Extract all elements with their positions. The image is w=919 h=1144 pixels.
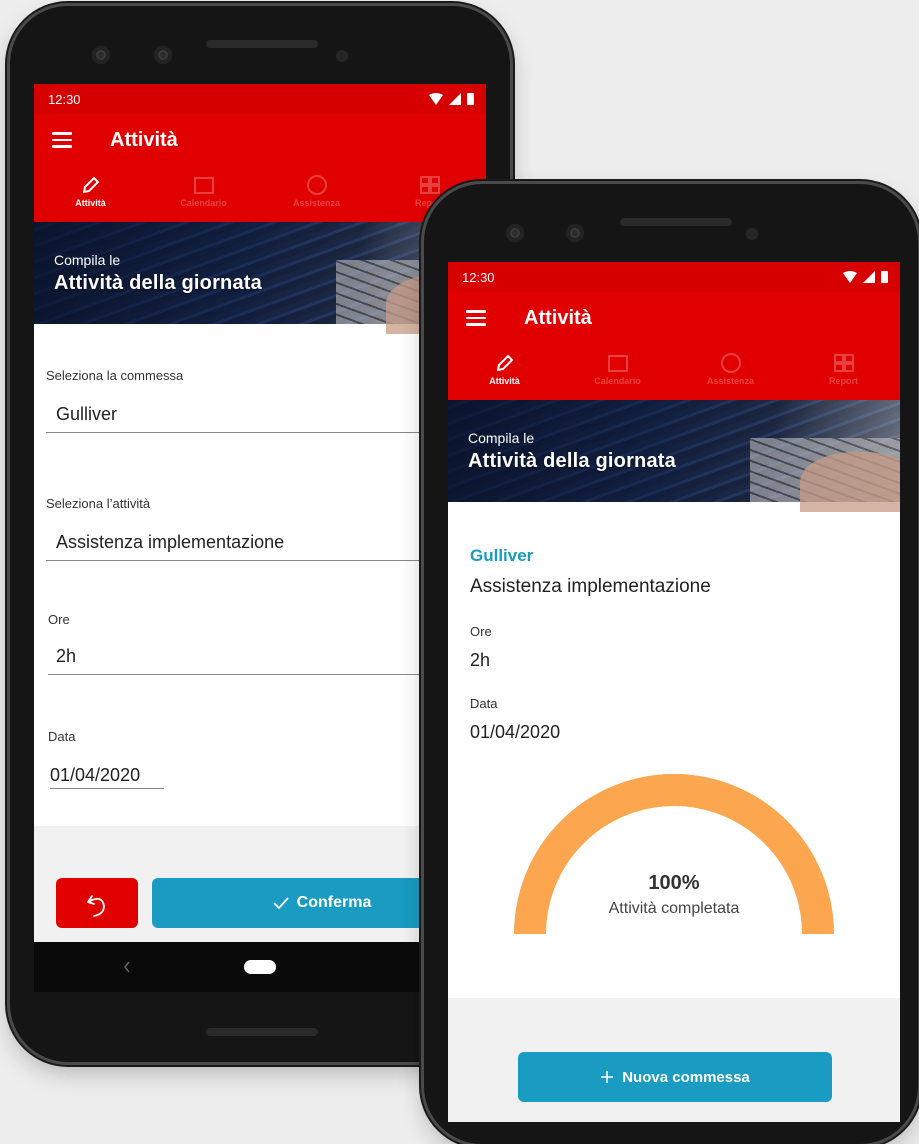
back-nav-icon[interactable] bbox=[122, 960, 132, 974]
summary-data-value: 01/04/2020 bbox=[470, 722, 561, 742]
earpiece-speaker bbox=[206, 40, 318, 48]
undo-button[interactable] bbox=[56, 878, 138, 928]
data-label: Data bbox=[48, 729, 76, 744]
tab-report[interactable]: Report bbox=[787, 346, 900, 400]
tab-label: Calendario bbox=[180, 198, 227, 208]
hero-title: Attività della giornata bbox=[468, 450, 676, 472]
signal-icon bbox=[449, 92, 461, 105]
hero-subtitle: Compila le bbox=[468, 430, 535, 446]
battery-icon bbox=[467, 93, 474, 105]
plus-icon bbox=[601, 1071, 614, 1083]
attivita-label: Seleziona l’attività bbox=[46, 496, 151, 511]
ore-underline bbox=[48, 674, 486, 675]
tab-calendario[interactable]: Calendario bbox=[561, 346, 674, 400]
summary-ore-label: Ore bbox=[470, 624, 492, 639]
front-camera bbox=[506, 224, 524, 242]
tab-bar: Attività Calendario Assistenza Report bbox=[34, 168, 486, 222]
system-nav-bar bbox=[34, 942, 486, 992]
hamburger-menu-icon[interactable] bbox=[466, 310, 486, 326]
tab-assistenza[interactable]: Assistenza bbox=[260, 168, 373, 222]
tab-label: Assistenza bbox=[706, 376, 755, 386]
status-icons bbox=[843, 270, 888, 283]
front-camera bbox=[566, 224, 584, 242]
gauge-percent: 100% bbox=[648, 872, 700, 894]
tab-label: Report bbox=[829, 376, 858, 386]
pencil-icon bbox=[82, 176, 99, 194]
status-bar: 12:30 bbox=[34, 84, 486, 114]
attivita-select[interactable]: Assistenza implementazione bbox=[56, 532, 284, 553]
battery-icon bbox=[881, 271, 888, 283]
tab-label: Attività bbox=[489, 376, 520, 386]
summary-ore-value: 2h bbox=[470, 650, 491, 670]
calendar-icon bbox=[193, 177, 214, 194]
summary-attivita: Assistenza implementazione bbox=[470, 576, 711, 597]
ore-input[interactable]: 2h bbox=[56, 646, 76, 667]
status-time: 12:30 bbox=[48, 92, 81, 107]
wifi-icon bbox=[843, 270, 857, 283]
sensor bbox=[336, 50, 348, 62]
front-phone: 12:30 Attività Attività Calendario Assis bbox=[424, 184, 918, 1144]
data-input[interactable]: 01/04/2020 bbox=[50, 765, 140, 786]
commessa-label: Seleziona la commessa bbox=[46, 368, 184, 383]
hero-subtitle: Compila le bbox=[54, 252, 121, 268]
pencil-icon bbox=[496, 354, 513, 372]
bottom-speaker bbox=[206, 1028, 318, 1036]
new-commessa-label: Nuova commessa bbox=[622, 1068, 750, 1086]
undo-icon bbox=[87, 895, 105, 917]
app-bar: Attività bbox=[448, 292, 900, 346]
app-title: Attività bbox=[110, 129, 178, 151]
tab-bar: Attività Calendario Assistenza Report bbox=[448, 346, 900, 400]
grid-icon bbox=[833, 354, 854, 372]
wifi-icon bbox=[429, 92, 443, 105]
tab-label: Attività bbox=[75, 198, 106, 208]
app-title: Attività bbox=[524, 307, 592, 329]
summary-data-label: Data bbox=[470, 696, 498, 711]
front-camera bbox=[92, 46, 110, 64]
summary-commessa: Gulliver bbox=[470, 546, 534, 565]
app-bar: Attività bbox=[34, 114, 486, 168]
tab-assistenza[interactable]: Assistenza bbox=[674, 346, 787, 400]
tab-attivita[interactable]: Attività bbox=[34, 168, 147, 222]
hero-banner: Compila le Attività della giornata bbox=[34, 222, 486, 334]
status-icons bbox=[429, 92, 474, 105]
hero-banner: Compila le Attività della giornata bbox=[448, 400, 900, 512]
commessa-underline bbox=[46, 432, 486, 433]
tab-label: Assistenza bbox=[292, 198, 341, 208]
signal-icon bbox=[863, 270, 875, 283]
check-icon bbox=[273, 897, 289, 910]
commessa-select[interactable]: Gulliver bbox=[56, 404, 117, 425]
new-commessa-button[interactable]: Nuova commessa bbox=[518, 1052, 832, 1102]
gauge-caption: Attività completata bbox=[608, 900, 740, 917]
confirm-label: Conferma bbox=[296, 894, 372, 911]
back-phone-screen: 12:30 Attività Attività Calendario Assis bbox=[34, 84, 486, 992]
help-icon bbox=[720, 353, 741, 373]
data-underline bbox=[50, 788, 164, 789]
help-icon bbox=[306, 175, 327, 195]
status-time: 12:30 bbox=[462, 270, 495, 285]
front-phone-screen: 12:30 Attività Attività Calendario Assis bbox=[448, 262, 900, 1122]
front-camera bbox=[154, 46, 172, 64]
tab-calendario[interactable]: Calendario bbox=[147, 168, 260, 222]
status-bar: 12:30 bbox=[448, 262, 900, 292]
ore-label: Ore bbox=[48, 612, 70, 627]
earpiece-speaker bbox=[620, 218, 732, 226]
sensor bbox=[746, 228, 758, 240]
calendar-icon bbox=[607, 355, 628, 372]
hamburger-menu-icon[interactable] bbox=[52, 132, 72, 148]
home-nav-pill[interactable] bbox=[244, 960, 276, 974]
tab-label: Calendario bbox=[594, 376, 641, 386]
attivita-underline bbox=[46, 560, 486, 561]
tab-attivita[interactable]: Attività bbox=[448, 346, 561, 400]
hero-title: Attività della giornata bbox=[54, 272, 262, 294]
grid-icon bbox=[419, 176, 440, 194]
hand-image bbox=[800, 452, 900, 512]
